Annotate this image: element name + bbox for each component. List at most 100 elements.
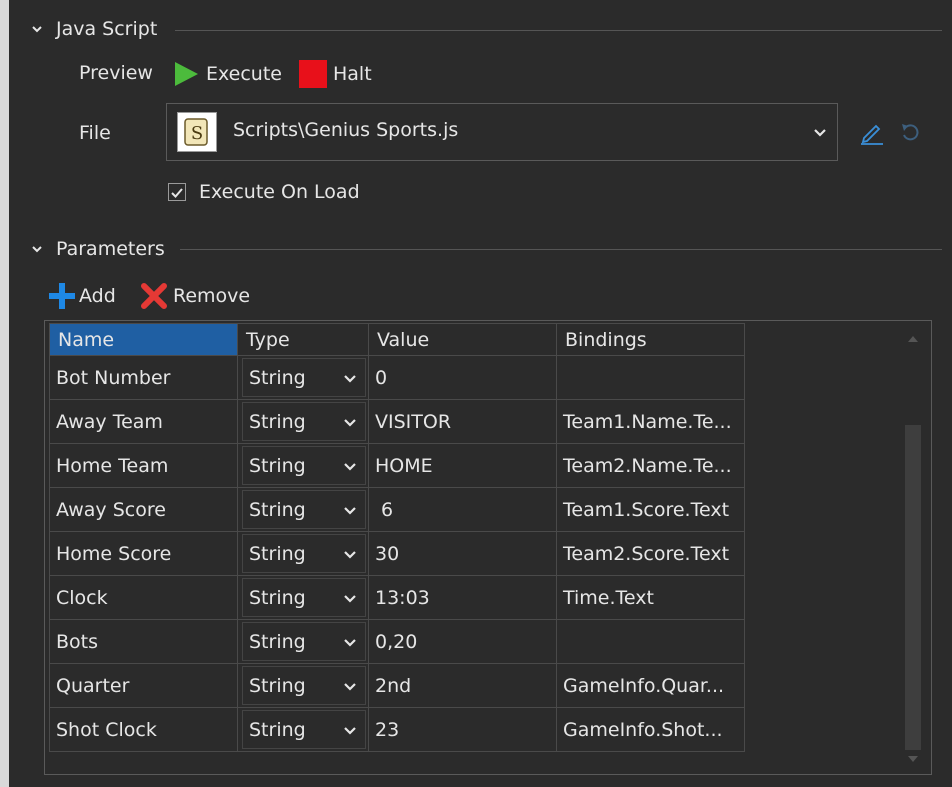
param-type-value: String <box>249 410 306 433</box>
js-section-title: Java Script <box>56 18 158 40</box>
left-edge <box>0 0 9 787</box>
param-name-cell[interactable]: Bot Number <box>49 355 238 400</box>
param-type-cell: String <box>237 663 369 708</box>
param-type-value: String <box>249 718 306 741</box>
execute-on-load-checkbox[interactable] <box>168 183 186 201</box>
param-name-cell[interactable]: Home Team <box>49 443 238 488</box>
param-name-cell[interactable]: Clock <box>49 575 238 620</box>
param-binding-cell[interactable]: Team1.Score.Text <box>556 487 745 532</box>
params-section-divider <box>180 249 942 250</box>
param-type-select[interactable]: String <box>242 622 366 661</box>
param-type-select[interactable]: String <box>242 402 366 441</box>
param-name-cell[interactable]: Bots <box>49 619 238 664</box>
pencil-icon[interactable] <box>858 118 886 146</box>
remove-label: Remove <box>173 285 251 307</box>
param-value-cell[interactable]: 30 <box>368 531 557 576</box>
param-value-cell[interactable]: VISITOR <box>368 399 557 444</box>
column-header-value[interactable]: Value <box>368 323 557 356</box>
param-type-select[interactable]: String <box>242 358 366 397</box>
column-header-name[interactable]: Name <box>49 323 238 356</box>
chevron-down-icon[interactable] <box>343 637 357 649</box>
param-type-cell: String <box>237 575 369 620</box>
param-type-cell: String <box>237 355 369 400</box>
param-name-cell[interactable]: Home Score <box>49 531 238 576</box>
param-binding-cell[interactable]: Team2.Name.Te... <box>556 443 745 488</box>
param-binding-cell[interactable] <box>556 355 745 400</box>
execute-on-load-label: Execute On Load <box>199 181 360 203</box>
table-row[interactable]: Bots String 0,20 <box>49 619 745 664</box>
table-row[interactable]: Home Score String 30 Team2.Score.Text <box>49 531 745 576</box>
add-label: Add <box>79 285 116 307</box>
chevron-down-icon[interactable] <box>343 461 357 473</box>
chevron-down-icon[interactable] <box>343 505 357 517</box>
add-parameter-button[interactable]: Add <box>47 281 116 311</box>
scroll-up-icon[interactable] <box>907 335 919 343</box>
param-type-select[interactable]: String <box>242 578 366 617</box>
chevron-down-icon[interactable] <box>343 725 357 737</box>
param-value-cell[interactable]: 6 <box>368 487 557 532</box>
scroll-down-icon[interactable] <box>907 755 919 763</box>
param-type-select[interactable]: String <box>242 534 366 573</box>
table-row[interactable]: Home Team String HOME Team2.Name.Te... <box>49 443 745 488</box>
param-value-cell[interactable]: HOME <box>368 443 557 488</box>
chevron-down-icon[interactable] <box>343 593 357 605</box>
param-value-cell[interactable]: 23 <box>368 707 557 752</box>
param-binding-cell[interactable]: GameInfo.Quar... <box>556 663 745 708</box>
param-type-select[interactable]: String <box>242 710 366 749</box>
param-binding-cell[interactable] <box>556 619 745 664</box>
param-name-cell[interactable]: Away Score <box>49 487 238 532</box>
table-row[interactable]: Quarter String 2nd GameInfo.Quar... <box>49 663 745 708</box>
table-row[interactable]: Away Score String 6 Team1.Score.Text <box>49 487 745 532</box>
column-header-bindings[interactable]: Bindings <box>556 323 745 356</box>
param-type-value: String <box>249 630 306 653</box>
param-binding-cell[interactable]: Time.Text <box>556 575 745 620</box>
preview-label: Preview <box>79 62 153 84</box>
param-binding-cell[interactable]: GameInfo.Shot... <box>556 707 745 752</box>
file-value: Scripts\Genius Sports.js <box>233 119 459 141</box>
parameters-grid[interactable]: Name Type Value Bindings Bot Number Strin… <box>44 320 932 775</box>
remove-parameter-button[interactable]: Remove <box>139 281 250 311</box>
table-row[interactable]: Clock String 13:03 Time.Text <box>49 575 745 620</box>
table-row[interactable]: Away Team String VISITOR Team1.Name.Te... <box>49 399 745 444</box>
undo-icon[interactable] <box>898 120 922 144</box>
js-section-header[interactable]: Java Script <box>30 16 157 42</box>
chevron-down-icon[interactable] <box>343 681 357 693</box>
halt-button[interactable]: Halt <box>299 60 372 88</box>
chevron-down-icon[interactable] <box>343 417 357 429</box>
x-icon <box>141 283 167 309</box>
column-header-type[interactable]: Type <box>237 323 369 356</box>
param-value-cell[interactable]: 0,20 <box>368 619 557 664</box>
chevron-down-icon[interactable] <box>343 373 357 385</box>
table-row[interactable]: Bot Number String 0 <box>49 355 745 400</box>
param-type-select[interactable]: String <box>242 490 366 529</box>
vertical-scrollbar[interactable] <box>903 325 923 770</box>
execute-button[interactable]: Execute <box>172 60 282 88</box>
param-type-select[interactable]: String <box>242 666 366 705</box>
execute-label: Execute <box>206 63 282 85</box>
chevron-down-icon[interactable] <box>30 242 44 256</box>
param-binding-cell[interactable]: Team2.Score.Text <box>556 531 745 576</box>
halt-label: Halt <box>333 63 372 85</box>
param-type-cell: String <box>237 707 369 752</box>
play-icon <box>175 62 198 86</box>
param-name-cell[interactable]: Away Team <box>49 399 238 444</box>
param-name-cell[interactable]: Shot Clock <box>49 707 238 752</box>
chevron-down-icon[interactable] <box>343 549 357 561</box>
params-section-title: Parameters <box>56 238 165 260</box>
param-type-cell: String <box>237 399 369 444</box>
param-binding-cell[interactable]: Team1.Name.Te... <box>556 399 745 444</box>
plus-icon <box>49 283 75 309</box>
param-type-value: String <box>249 454 306 477</box>
param-value-cell[interactable]: 0 <box>368 355 557 400</box>
param-name-cell[interactable]: Quarter <box>49 663 238 708</box>
params-section-header[interactable]: Parameters <box>30 236 165 262</box>
table-row[interactable]: Shot Clock String 23 GameInfo.Shot... <box>49 707 745 752</box>
scrollbar-thumb[interactable] <box>905 425 921 750</box>
param-type-select[interactable]: String <box>242 446 366 485</box>
param-value-cell[interactable]: 2nd <box>368 663 557 708</box>
param-value-cell[interactable]: 13:03 <box>368 575 557 620</box>
chevron-down-icon[interactable] <box>30 22 44 36</box>
js-section-divider <box>175 30 942 31</box>
file-select[interactable]: S Scripts\Genius Sports.js <box>166 103 838 161</box>
chevron-down-icon[interactable] <box>813 127 827 139</box>
